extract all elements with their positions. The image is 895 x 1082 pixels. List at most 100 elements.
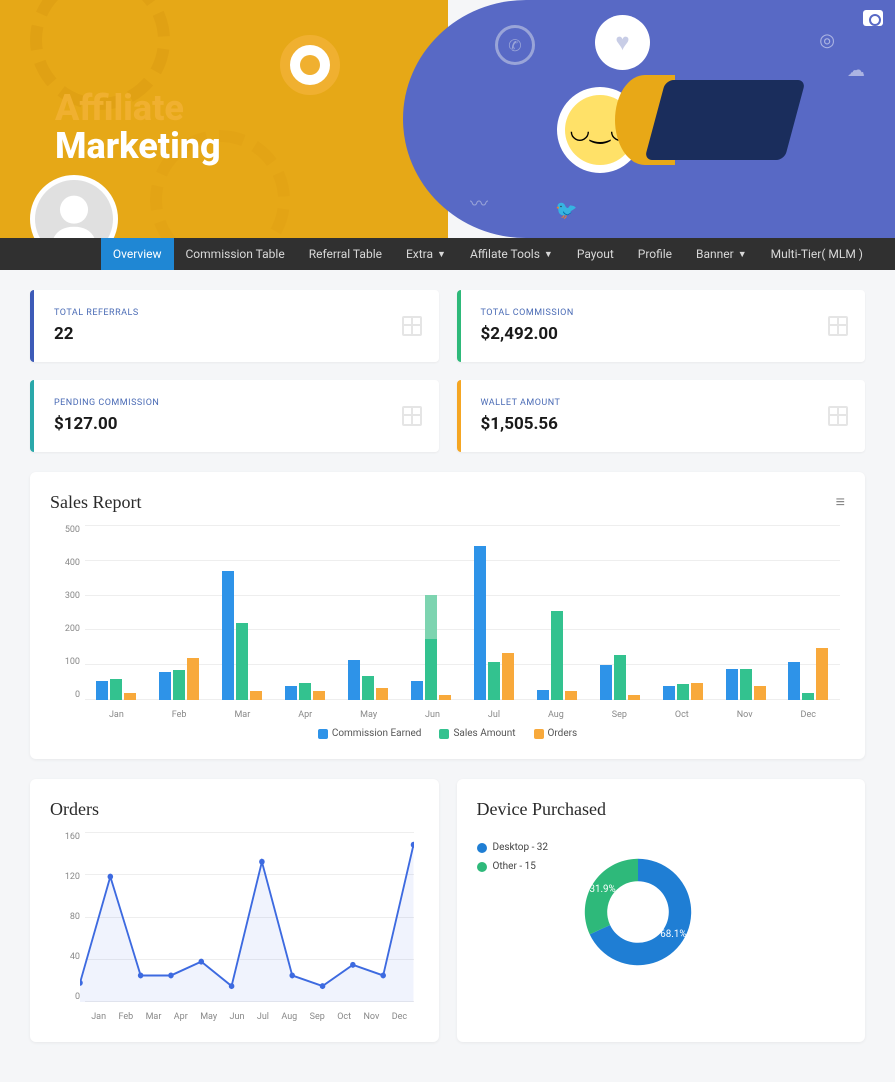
y-axis: 16012080400	[50, 832, 80, 1002]
bar	[537, 690, 549, 701]
bar-group	[285, 525, 325, 700]
twitter-icon: 🐦	[555, 200, 577, 221]
chat-icon: ☁	[847, 60, 865, 81]
stat-cards: TOTAL REFERRALS 22 TOTAL COMMISSION $2,4…	[30, 290, 865, 452]
bar	[502, 653, 514, 700]
legend-item[interactable]: Desktop - 32	[477, 842, 549, 853]
table-icon	[400, 314, 424, 338]
bar-group	[96, 525, 136, 700]
bar	[376, 688, 388, 700]
bar	[250, 691, 262, 700]
y-axis: 5004003002001000	[50, 525, 80, 700]
target-icon	[280, 35, 340, 95]
bar	[788, 662, 800, 701]
bar-group	[726, 525, 766, 700]
legend-item[interactable]: Orders	[534, 728, 578, 739]
stat-card: TOTAL COMMISSION $2,492.00	[457, 290, 866, 362]
bar	[488, 662, 500, 701]
card-label: TOTAL REFERRALS	[54, 308, 419, 318]
bar	[299, 683, 311, 701]
bar-group	[600, 525, 640, 700]
doodle-icon: 〰	[470, 190, 488, 216]
bottom-row: Orders 16012080400 JanFebMarAprMayJunJul…	[30, 779, 865, 1062]
bar	[187, 658, 199, 700]
bar	[614, 655, 626, 701]
stat-card: PENDING COMMISSION $127.00	[30, 380, 439, 452]
bar	[600, 665, 612, 700]
nav-item-profile[interactable]: Profile	[626, 238, 684, 270]
bar	[816, 648, 828, 701]
bar	[628, 695, 640, 700]
donut-container: Desktop - 32 Other - 15 68.1%31.9%	[477, 832, 846, 982]
bar	[677, 684, 689, 700]
device-panel: Device Purchased Desktop - 32 Other - 15 …	[457, 779, 866, 1042]
camera-icon[interactable]	[863, 10, 883, 26]
bar	[802, 693, 814, 700]
x-axis: JanFebMarAprMayJunJulAugSepOctNovDec	[85, 710, 840, 720]
bar	[96, 681, 108, 700]
bar	[474, 546, 486, 700]
stat-card: WALLET AMOUNT $1,505.56	[457, 380, 866, 452]
bar	[726, 669, 738, 701]
bar-group	[537, 525, 577, 700]
bar	[222, 571, 234, 701]
svg-text:68.1%: 68.1%	[660, 929, 686, 940]
orders-panel: Orders 16012080400 JanFebMarAprMayJunJul…	[30, 779, 439, 1042]
table-icon	[826, 314, 850, 338]
chart-legend: Commission Earned Sales Amount Orders	[50, 728, 845, 739]
bar	[565, 691, 577, 700]
bar	[124, 693, 136, 700]
nav-item-referral-table[interactable]: Referral Table	[297, 238, 394, 270]
legend-item[interactable]: Sales Amount	[439, 728, 515, 739]
bar	[439, 695, 451, 700]
chat-bubble-icon: ✆	[495, 25, 535, 65]
nav-item-overview[interactable]: Overview	[101, 238, 174, 270]
nav-item-affilate-tools[interactable]: Affilate Tools▼	[458, 238, 565, 270]
bar	[740, 669, 752, 701]
table-icon	[826, 404, 850, 428]
main-nav: OverviewCommission TableReferral TableEx…	[0, 238, 895, 270]
bar	[425, 595, 437, 700]
panel-title: Device Purchased	[477, 799, 846, 820]
heart-bubble-icon: ♥	[595, 15, 650, 70]
bar-group	[663, 525, 703, 700]
nav-item-banner[interactable]: Banner▼	[684, 238, 759, 270]
bar	[362, 676, 374, 701]
legend-item[interactable]: Commission Earned	[318, 728, 422, 739]
hero-title-line1: Affiliate	[55, 90, 221, 128]
card-value: 22	[54, 324, 419, 344]
bar	[348, 660, 360, 700]
orders-chart: 16012080400 JanFebMarAprMayJunJulAugSepO…	[50, 832, 419, 1022]
nav-item-extra[interactable]: Extra▼	[394, 238, 458, 270]
donut-chart: 68.1%31.9%	[568, 842, 708, 982]
card-value: $1,505.56	[481, 414, 846, 434]
bar	[313, 691, 325, 700]
bar	[110, 679, 122, 700]
legend-item[interactable]: Other - 15	[477, 861, 549, 872]
bar-group	[159, 525, 199, 700]
card-label: TOTAL COMMISSION	[481, 308, 846, 318]
x-axis: JanFebMarAprMayJunJulAugSepOctNovDec	[85, 1012, 414, 1022]
megaphone-icon	[655, 80, 795, 160]
bar	[411, 681, 423, 700]
sales-chart: 5004003002001000 JanFebMarAprMayJunJulAu…	[50, 525, 845, 720]
panel-title: Sales Report	[50, 492, 845, 513]
bar	[173, 670, 185, 700]
bar	[551, 611, 563, 700]
instagram-icon: ◎	[819, 30, 835, 51]
bar	[236, 623, 248, 700]
bar-group	[788, 525, 828, 700]
nav-item-payout[interactable]: Payout	[565, 238, 626, 270]
bar	[754, 686, 766, 700]
hero-title-line2: Marketing	[55, 128, 221, 166]
nav-item-commission-table[interactable]: Commission Table	[174, 238, 297, 270]
panel-title: Orders	[50, 799, 419, 820]
sales-report-panel: Sales Report ≡ 5004003002001000 JanFebMa…	[30, 472, 865, 759]
bar-group	[222, 525, 262, 700]
hero-title: Affiliate Marketing	[55, 90, 221, 166]
chart-menu-icon[interactable]: ≡	[836, 492, 845, 512]
bar-group	[348, 525, 388, 700]
nav-item-multi-tier-mlm-[interactable]: Multi-Tier( MLM )	[759, 238, 875, 270]
bar-group	[411, 525, 451, 700]
bars-container	[85, 525, 840, 700]
